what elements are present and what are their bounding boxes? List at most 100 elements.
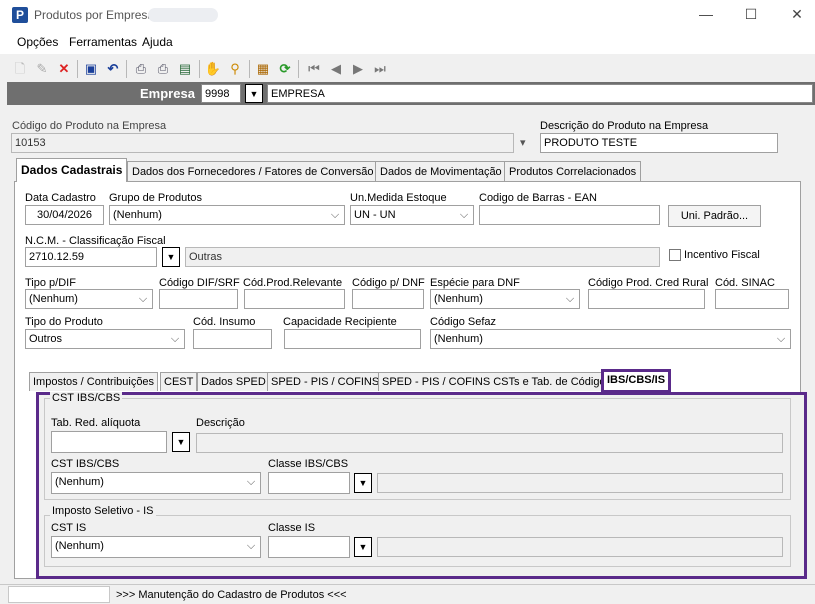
tab-red-aliquota-dropdown-button[interactable]: ▼ bbox=[172, 432, 190, 452]
capacidade-label: Capacidade Recipiente bbox=[283, 316, 397, 328]
descricao-produto-label: Descrição do Produto na Empresa bbox=[540, 120, 709, 132]
properties-icon[interactable]: ▦ bbox=[254, 60, 272, 78]
title-redacted-area bbox=[148, 8, 218, 22]
status-text: >>> Manutenção do Cadastro de Produtos <… bbox=[116, 589, 347, 601]
chevron-down-icon: ⌵ bbox=[565, 293, 575, 305]
cst-ibs-cbs-combo[interactable]: (Nenhum) ⌵ bbox=[51, 472, 261, 494]
sinac-label: Cód. SINAC bbox=[715, 277, 775, 289]
classe-ibs-cbs-dropdown-button[interactable]: ▼ bbox=[354, 473, 372, 493]
classe-is-description-field bbox=[377, 537, 783, 557]
menu-ferramentas[interactable]: Ferramentas bbox=[69, 35, 137, 49]
sinac-field[interactable] bbox=[715, 289, 789, 309]
menu-opcoes[interactable]: Opções bbox=[17, 35, 58, 49]
toolbar-separator bbox=[126, 60, 127, 78]
codigo-produto-dropdown-icon[interactable]: ▾ bbox=[520, 136, 526, 149]
codigo-sefaz-label: Código Sefaz bbox=[430, 316, 497, 328]
minimize-button[interactable]: — bbox=[686, 4, 726, 26]
ean-label: Codigo de Barras - EAN bbox=[479, 192, 597, 204]
codigo-dif-field[interactable] bbox=[159, 289, 238, 309]
cod-prod-relevante-label: Cód.Prod.Relevante bbox=[243, 277, 343, 289]
tab-dados-cadastrais[interactable]: Dados Cadastrais bbox=[16, 158, 128, 182]
codigo-dnf-field[interactable] bbox=[352, 289, 424, 309]
maximize-button[interactable]: ☐ bbox=[731, 4, 771, 26]
subtab-dados-sped[interactable]: Dados SPED bbox=[197, 372, 270, 391]
cred-rural-label: Código Prod. Cred Rural bbox=[588, 277, 709, 289]
data-cadastro-field[interactable]: 30/04/2026 bbox=[25, 205, 104, 225]
print-icon[interactable]: ⎙ bbox=[132, 60, 150, 78]
tipo-produto-combo[interactable]: Outros ⌵ bbox=[25, 329, 185, 349]
cst-ibs-cbs-group-title: CST IBS/CBS bbox=[50, 392, 123, 404]
previous-record-icon[interactable]: ◀ bbox=[327, 60, 345, 78]
tab-red-aliquota-field[interactable] bbox=[51, 431, 167, 453]
classe-ibs-cbs-description-field bbox=[377, 473, 783, 493]
refresh-icon[interactable]: ⟳ bbox=[276, 60, 294, 78]
subtab-sped-pis-cofins[interactable]: SPED - PIS / COFINS bbox=[267, 372, 384, 391]
incentivo-fiscal-checkbox[interactable] bbox=[669, 249, 681, 261]
codigo-dnf-label: Código p/ DNF bbox=[352, 277, 425, 289]
empresa-dropdown-button[interactable]: ▼ bbox=[245, 84, 263, 103]
print-preview-icon[interactable]: ⎙ bbox=[154, 60, 172, 78]
ncm-field[interactable]: 2710.12.59 bbox=[25, 247, 157, 267]
undo-icon[interactable]: ↶ bbox=[104, 60, 122, 78]
hand-icon[interactable]: ✋ bbox=[204, 60, 222, 78]
tab-produtos-correlacionados[interactable]: Produtos Correlacionados bbox=[504, 161, 642, 181]
especie-dnf-combo[interactable]: (Nenhum) ⌵ bbox=[430, 289, 580, 309]
grupo-produtos-label: Grupo de Produtos bbox=[109, 192, 202, 204]
unmed-estoque-combo[interactable]: UN - UN ⌵ bbox=[350, 205, 474, 225]
toolbar-separator bbox=[298, 60, 299, 78]
edit-pencil-icon[interactable]: ✎ bbox=[33, 60, 51, 78]
next-record-icon[interactable]: ▶ bbox=[349, 60, 367, 78]
especie-dnf-label: Espécie para DNF bbox=[430, 277, 520, 289]
tab-dados-movimentacao[interactable]: Dados de Movimentação bbox=[375, 161, 507, 181]
chevron-down-icon: ⌵ bbox=[246, 476, 256, 488]
empresa-label: Empresa bbox=[140, 86, 195, 101]
subtab-cest[interactable]: CEST bbox=[160, 372, 198, 391]
tipo-produto-label: Tipo do Produto bbox=[25, 316, 103, 328]
save-icon[interactable]: ▣ bbox=[82, 60, 100, 78]
menu-ajuda[interactable]: Ajuda bbox=[142, 35, 173, 49]
cod-insumo-field[interactable] bbox=[193, 329, 272, 349]
chevron-down-icon: ⌵ bbox=[459, 209, 469, 221]
status-left-panel bbox=[8, 586, 110, 603]
tab-dados-fornecedores[interactable]: Dados dos Fornecedores / Fatores de Conv… bbox=[127, 161, 379, 181]
toolbar-separator bbox=[77, 60, 78, 78]
descricao-produto-field[interactable]: PRODUTO TESTE bbox=[540, 133, 778, 153]
cod-prod-relevante-field[interactable] bbox=[244, 289, 345, 309]
ncm-label: N.C.M. - Classificação Fiscal bbox=[25, 235, 166, 247]
data-cadastro-label: Data Cadastro bbox=[25, 192, 96, 204]
close-button[interactable]: ✕ bbox=[777, 4, 815, 26]
export-icon[interactable]: ▤ bbox=[176, 60, 194, 78]
classe-ibs-cbs-label: Classe IBS/CBS bbox=[268, 458, 349, 470]
codigo-sefaz-combo[interactable]: (Nenhum) ⌵ bbox=[430, 329, 791, 349]
ncm-dropdown-button[interactable]: ▼ bbox=[162, 247, 180, 267]
classe-ibs-cbs-field[interactable] bbox=[268, 472, 350, 494]
ean-field[interactable] bbox=[479, 205, 660, 225]
descricao-label: Descrição bbox=[196, 417, 245, 429]
last-record-icon[interactable]: ⏭ bbox=[371, 60, 389, 78]
ncm-description-field: Outras bbox=[185, 247, 660, 267]
first-record-icon[interactable]: ⏮ bbox=[305, 60, 323, 78]
tab-red-aliquota-label: Tab. Red. alíquota bbox=[51, 417, 141, 429]
cred-rural-field[interactable] bbox=[588, 289, 705, 309]
capacidade-field[interactable] bbox=[284, 329, 421, 349]
imposto-seletivo-group-title: Imposto Seletivo - IS bbox=[50, 505, 156, 517]
codigo-produto-field[interactable]: 10153 bbox=[11, 133, 514, 153]
window-title: Produtos por Empresa bbox=[34, 8, 155, 22]
new-document-icon[interactable]: 🗋 bbox=[11, 60, 29, 78]
classe-is-dropdown-button[interactable]: ▼ bbox=[354, 537, 372, 557]
empresa-code-field[interactable]: 9998 bbox=[201, 84, 241, 103]
classe-is-field[interactable] bbox=[268, 536, 350, 558]
cod-insumo-label: Cód. Insumo bbox=[193, 316, 256, 328]
subtab-impostos[interactable]: Impostos / Contribuições bbox=[29, 372, 159, 391]
search-icon[interactable]: ⚲ bbox=[226, 60, 244, 78]
cst-ibs-cbs-label: CST IBS/CBS bbox=[51, 458, 120, 470]
delete-x-icon[interactable]: ✕ bbox=[55, 60, 73, 78]
cst-is-combo[interactable]: (Nenhum) ⌵ bbox=[51, 536, 261, 558]
uni-padrao-button[interactable]: Uni. Padrão... bbox=[668, 205, 761, 227]
grupo-produtos-combo[interactable]: (Nenhum) ⌵ bbox=[109, 205, 345, 225]
toolbar bbox=[0, 56, 815, 82]
subtab-sped-csts[interactable]: SPED - PIS / COFINS CSTs e Tab. de Códig… bbox=[378, 372, 616, 391]
descricao-field bbox=[196, 433, 783, 453]
tipo-dif-combo[interactable]: (Nenhum) ⌵ bbox=[25, 289, 153, 309]
subtab-ibs-cbs-is[interactable]: IBS/CBS/IS bbox=[601, 369, 672, 393]
